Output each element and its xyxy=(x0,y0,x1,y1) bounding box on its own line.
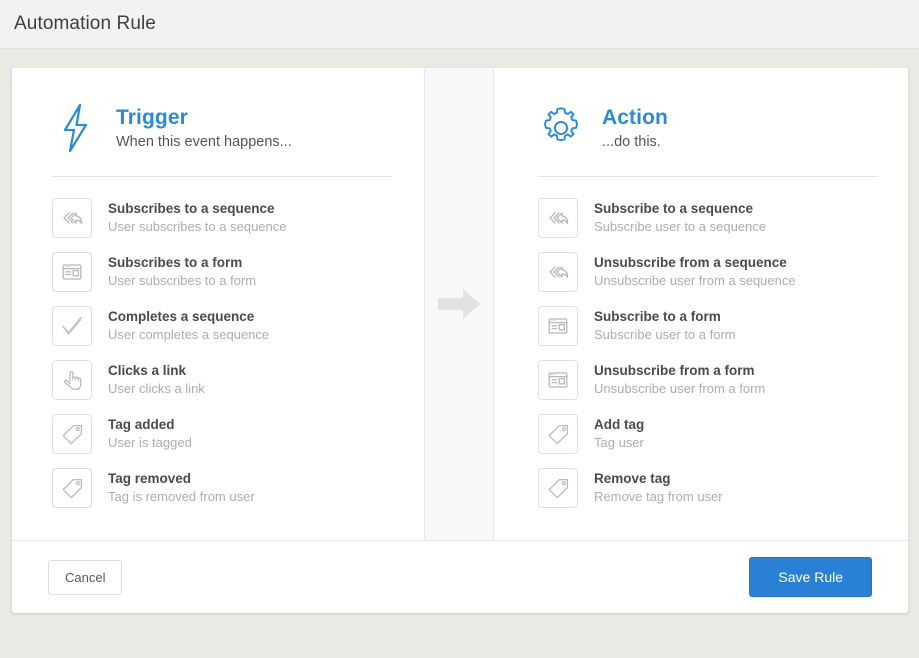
action-subtitle: ...do this. xyxy=(602,134,661,151)
option-title: Subscribes to a form xyxy=(108,255,243,270)
pointer-hand-icon xyxy=(52,360,92,400)
sequence-icon xyxy=(538,252,578,292)
option-subtitle: User is tagged xyxy=(108,435,192,451)
action-title: Action xyxy=(602,105,668,129)
trigger-heading: Trigger When this event happens... xyxy=(52,102,392,176)
action-heading-divider xyxy=(538,176,878,177)
trigger-column: Trigger When this event happens... Subsc… xyxy=(12,68,424,540)
action-option-list: Subscribe to a sequence Subscribe user t… xyxy=(538,191,878,515)
option-subtitle: Tag is removed from user xyxy=(108,489,255,505)
action-option-remove-tag[interactable]: Remove tag Remove tag from user xyxy=(538,461,878,515)
action-option-text: Unsubscribe from a sequence Unsubscribe … xyxy=(594,252,796,290)
lightning-bolt-icon xyxy=(52,102,98,154)
action-option-text: Subscribe to a sequence Subscribe user t… xyxy=(594,198,766,236)
card-body: Trigger When this event happens... Subsc… xyxy=(12,68,908,540)
tag-icon xyxy=(52,468,92,508)
action-option-unsubscribe-from-a-form[interactable]: Unsubscribe from a form Unsubscribe user… xyxy=(538,353,878,407)
trigger-option-clicks-a-link[interactable]: Clicks a link User clicks a link xyxy=(52,353,392,407)
trigger-option-text: Tag removed Tag is removed from user xyxy=(108,468,255,506)
trigger-subtitle: When this event happens... xyxy=(116,134,292,151)
tag-icon xyxy=(538,414,578,454)
action-option-text: Add tag Tag user xyxy=(594,414,644,452)
option-title: Tag removed xyxy=(108,471,192,486)
action-heading: Action ...do this. xyxy=(538,102,878,176)
form-icon xyxy=(52,252,92,292)
option-title: Unsubscribe from a sequence xyxy=(594,255,787,270)
option-subtitle: Unsubscribe user from a sequence xyxy=(594,273,796,289)
tag-icon xyxy=(52,414,92,454)
action-option-text: Subscribe to a form Subscribe user to a … xyxy=(594,306,736,344)
automation-rule-card: Trigger When this event happens... Subsc… xyxy=(12,68,908,613)
action-option-subscribe-to-a-form[interactable]: Subscribe to a form Subscribe user to a … xyxy=(538,299,878,353)
option-title: Completes a sequence xyxy=(108,309,255,324)
trigger-heading-divider xyxy=(52,176,392,177)
tag-icon xyxy=(538,468,578,508)
option-subtitle: Tag user xyxy=(594,435,644,451)
trigger-option-list: Subscribes to a sequence User subscribes… xyxy=(52,191,392,515)
check-icon xyxy=(52,306,92,346)
option-title: Subscribe to a sequence xyxy=(594,201,754,216)
option-subtitle: User clicks a link xyxy=(108,381,205,397)
cancel-button[interactable]: Cancel xyxy=(48,559,123,595)
trigger-option-subscribes-to-a-form[interactable]: Subscribes to a form User subscribes to … xyxy=(52,245,392,299)
option-title: Subscribes to a sequence xyxy=(108,201,275,216)
option-title: Subscribe to a form xyxy=(594,309,721,324)
form-icon xyxy=(538,360,578,400)
option-title: Tag added xyxy=(108,417,175,432)
action-heading-text: Action ...do this. xyxy=(602,105,668,151)
option-subtitle: Subscribe user to a form xyxy=(594,327,736,343)
trigger-option-tag-added[interactable]: Tag added User is tagged xyxy=(52,407,392,461)
option-subtitle: Remove tag from user xyxy=(594,489,723,505)
action-option-subscribe-to-a-sequence[interactable]: Subscribe to a sequence Subscribe user t… xyxy=(538,191,878,245)
sequence-icon xyxy=(52,198,92,238)
trigger-option-subscribes-to-a-sequence[interactable]: Subscribes to a sequence User subscribes… xyxy=(52,191,392,245)
option-subtitle: User completes a sequence xyxy=(108,327,270,343)
option-subtitle: User subscribes to a sequence xyxy=(108,219,287,235)
option-subtitle: Unsubscribe user from a form xyxy=(594,381,766,397)
option-subtitle: Subscribe user to a sequence xyxy=(594,219,766,235)
trigger-option-text: Subscribes to a form User subscribes to … xyxy=(108,252,256,290)
form-icon xyxy=(538,306,578,346)
trigger-title: Trigger xyxy=(116,105,188,129)
trigger-option-text: Completes a sequence User completes a se… xyxy=(108,306,269,344)
option-title: Unsubscribe from a form xyxy=(594,363,755,378)
page-title: Automation Rule xyxy=(14,13,156,34)
flow-divider-column xyxy=(424,68,494,540)
action-option-text: Unsubscribe from a form Unsubscribe user… xyxy=(594,360,765,398)
trigger-heading-text: Trigger When this event happens... xyxy=(116,105,292,151)
option-subtitle: User subscribes to a form xyxy=(108,273,257,289)
trigger-option-tag-removed[interactable]: Tag removed Tag is removed from user xyxy=(52,461,392,515)
card-footer: Cancel Save Rule xyxy=(12,540,908,613)
arrow-right-icon xyxy=(436,284,482,324)
save-rule-button[interactable]: Save Rule xyxy=(749,557,872,597)
trigger-option-completes-a-sequence[interactable]: Completes a sequence User completes a se… xyxy=(52,299,392,353)
gear-icon xyxy=(538,102,584,154)
sequence-icon xyxy=(538,198,578,238)
trigger-option-text: Subscribes to a sequence User subscribes… xyxy=(108,198,286,236)
action-option-text: Remove tag Remove tag from user xyxy=(594,468,723,506)
option-title: Add tag xyxy=(594,417,645,432)
trigger-option-text: Tag added User is tagged xyxy=(108,414,192,452)
option-title: Clicks a link xyxy=(108,363,187,378)
trigger-option-text: Clicks a link User clicks a link xyxy=(108,360,205,398)
action-option-add-tag[interactable]: Add tag Tag user xyxy=(538,407,878,461)
action-option-unsubscribe-from-a-sequence[interactable]: Unsubscribe from a sequence Unsubscribe … xyxy=(538,245,878,299)
app-header: Automation Rule xyxy=(0,0,919,49)
action-column: Action ...do this. Subscribe to a sequen… xyxy=(494,68,908,540)
option-title: Remove tag xyxy=(594,471,671,486)
